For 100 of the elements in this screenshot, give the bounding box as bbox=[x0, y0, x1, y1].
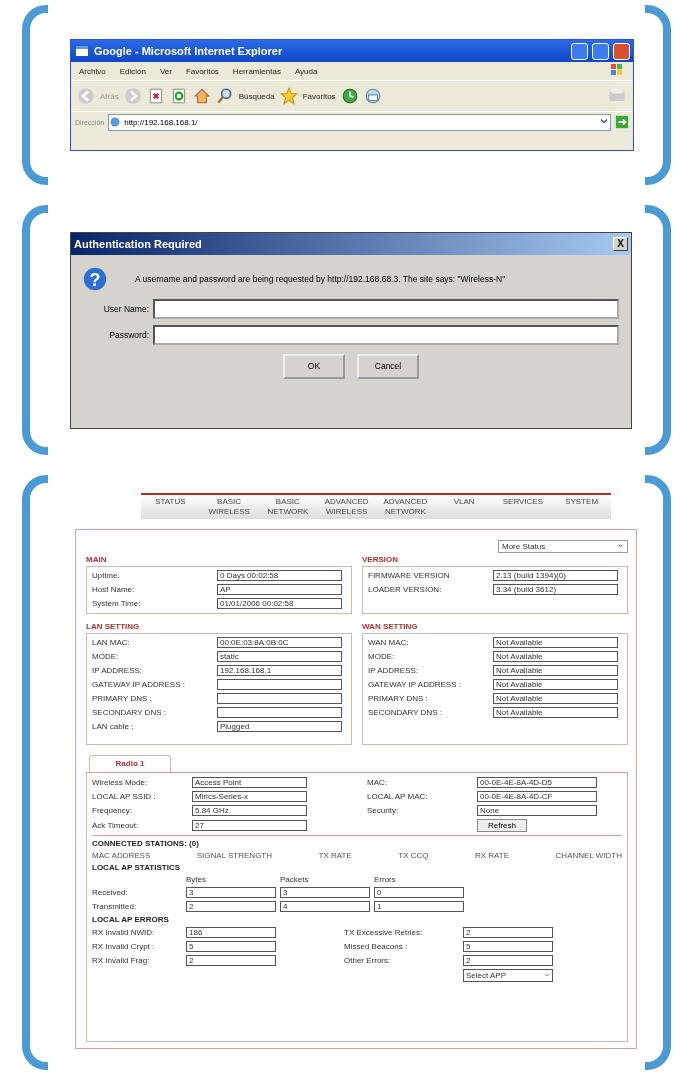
field-label: PRIMARY DNS : bbox=[92, 693, 153, 703]
dialog-button[interactable]: OK bbox=[283, 353, 345, 379]
field-label: System Time: bbox=[92, 598, 142, 608]
field-label: Ack Timeout: bbox=[92, 820, 140, 830]
column-header: RX RATE bbox=[475, 850, 510, 860]
star-icon[interactable] bbox=[279, 87, 298, 105]
field-label: Wireless Mode: bbox=[92, 777, 149, 787]
field-label: Transmitted: bbox=[92, 901, 138, 911]
section-title: WAN SETTING bbox=[362, 621, 419, 631]
field-label: RX Invalid NWID: bbox=[92, 927, 156, 937]
dialog-message: A username and password are being requested by http://192.168.68.3. The site says: "Wireless-N" bbox=[135, 273, 506, 284]
home-icon[interactable] bbox=[192, 87, 211, 105]
value-field: 5 bbox=[186, 940, 276, 952]
value-field: 27 bbox=[192, 819, 307, 831]
column-header: CHANNEL WIDTH bbox=[555, 850, 622, 860]
page-icon[interactable] bbox=[109, 116, 122, 128]
menu-item[interactable]: Ayuda bbox=[294, 66, 318, 76]
window-title: Google - Microsoft Internet Explorer bbox=[94, 45, 284, 57]
dropdown-icon[interactable] bbox=[544, 972, 550, 978]
field-label: Missed Beacons : bbox=[344, 941, 409, 951]
value-field: 3 bbox=[186, 886, 276, 898]
nav-link[interactable]: VLAN bbox=[436, 496, 493, 507]
value-field: Mirics-Series-x bbox=[192, 790, 307, 802]
close-button[interactable]: X bbox=[613, 236, 628, 251]
radio-tab[interactable]: Radio 1 bbox=[89, 754, 171, 772]
menu-item[interactable]: Ver bbox=[159, 66, 172, 76]
field-label: MAC: bbox=[367, 777, 388, 787]
column-header: MAC ADDRESS bbox=[92, 850, 151, 860]
field-label: WAN MAC: bbox=[368, 637, 410, 647]
value-field: Not Available bbox=[493, 650, 618, 662]
nav-link[interactable]: BASIC WIRELESS bbox=[201, 496, 258, 517]
address-field[interactable]: http://192.168.168.1/ bbox=[108, 113, 611, 131]
nav-link[interactable]: ADVANCED NETWORK bbox=[377, 496, 434, 517]
section-title: VERSION bbox=[362, 554, 399, 564]
value-field: 0 Days 00:02:58 bbox=[217, 569, 342, 581]
nav-link[interactable]: STATUS bbox=[142, 496, 199, 507]
section-title: MAIN bbox=[86, 554, 108, 564]
field-label: GATEWAY IP ADDRESS : bbox=[92, 679, 186, 689]
close-button[interactable] bbox=[613, 42, 630, 60]
menu-item[interactable]: Herramientas bbox=[232, 66, 281, 76]
value-field: 2 bbox=[463, 954, 553, 966]
value-field: Not Available bbox=[493, 636, 618, 648]
ap-select[interactable]: Select APP bbox=[463, 968, 553, 982]
refresh-button[interactable]: Refresh bbox=[477, 818, 527, 832]
nav-link[interactable]: SERVICES bbox=[494, 496, 551, 507]
minimize-button[interactable] bbox=[571, 42, 588, 60]
favorites-button[interactable]: Favoritos bbox=[302, 91, 336, 101]
history-icon[interactable] bbox=[340, 87, 359, 105]
question-icon[interactable]: ? bbox=[83, 266, 107, 291]
field-label: SECONDARY DNS : bbox=[92, 707, 167, 717]
value-field: 00:0E:03:8A:0B:0C bbox=[217, 636, 342, 648]
value-field: Not Available bbox=[493, 692, 618, 704]
field-label: User Name: bbox=[102, 303, 149, 314]
menu-item[interactable]: Edición bbox=[119, 66, 146, 76]
nav-link[interactable]: SYSTEM bbox=[553, 496, 610, 507]
field-label: Password: bbox=[108, 329, 149, 340]
field-label: MODE: bbox=[92, 651, 120, 661]
value-field: Plugged bbox=[217, 720, 342, 732]
flag-logo-icon[interactable] bbox=[609, 62, 625, 78]
input-field[interactable] bbox=[153, 324, 619, 345]
value-field: 186 bbox=[186, 926, 276, 938]
status-select[interactable]: More Status bbox=[498, 539, 628, 553]
go-icon[interactable] bbox=[615, 115, 629, 129]
field-label: IP ADDRESS: bbox=[92, 665, 144, 675]
field-label: LAN cable : bbox=[92, 721, 135, 731]
browser-icon[interactable] bbox=[74, 43, 90, 59]
nav-link[interactable]: BASIC NETWORK bbox=[259, 496, 316, 517]
column-header: Packets bbox=[280, 874, 310, 884]
field-label: PRIMARY DNS : bbox=[368, 693, 429, 703]
field-label: RX Invalid Frag: bbox=[92, 955, 151, 965]
search-icon[interactable] bbox=[215, 87, 234, 105]
value-field: Access Point bbox=[192, 776, 307, 788]
field-label: Frequency: bbox=[92, 805, 134, 815]
value-field: 2 bbox=[186, 954, 276, 966]
dialog-button[interactable]: Cancel bbox=[357, 353, 419, 379]
value-field: 0 bbox=[374, 886, 464, 898]
dropdown-icon[interactable] bbox=[617, 541, 624, 549]
field-label: GATEWAY IP ADDRESS : bbox=[368, 679, 462, 689]
nav-link[interactable]: ADVANCED WIRELESS bbox=[318, 496, 375, 517]
field-label: LOCAL AP MAC: bbox=[367, 791, 429, 801]
column-header: Bytes bbox=[186, 874, 207, 884]
dialog-title: Authentication Required bbox=[74, 237, 202, 250]
value-field: 5 bbox=[463, 940, 553, 952]
value-field: 2 bbox=[463, 926, 553, 938]
field-label: Received: bbox=[92, 887, 129, 897]
maximize-button[interactable] bbox=[592, 42, 609, 60]
column-header: TX RATE bbox=[318, 850, 352, 860]
column-header: Errors bbox=[374, 874, 397, 884]
menu-item[interactable]: Archivo bbox=[79, 66, 106, 76]
field-label: FIRMWARE VERSION bbox=[368, 570, 451, 580]
value-field: None bbox=[477, 804, 597, 816]
value-field: Not Available bbox=[493, 706, 618, 718]
input-field[interactable] bbox=[153, 298, 619, 319]
column-header: TX CCQ bbox=[398, 850, 429, 860]
field-label: RX Invalid Crypt : bbox=[92, 941, 156, 951]
section-title: LOCAL AP STATISTICS bbox=[92, 862, 181, 872]
menu-item[interactable]: Favoritos bbox=[185, 66, 219, 76]
value-field: 5.84 GHz bbox=[192, 804, 307, 816]
field-label: TX Excessive Retries: bbox=[344, 927, 424, 937]
search-button[interactable]: Búsqueda bbox=[238, 91, 275, 101]
